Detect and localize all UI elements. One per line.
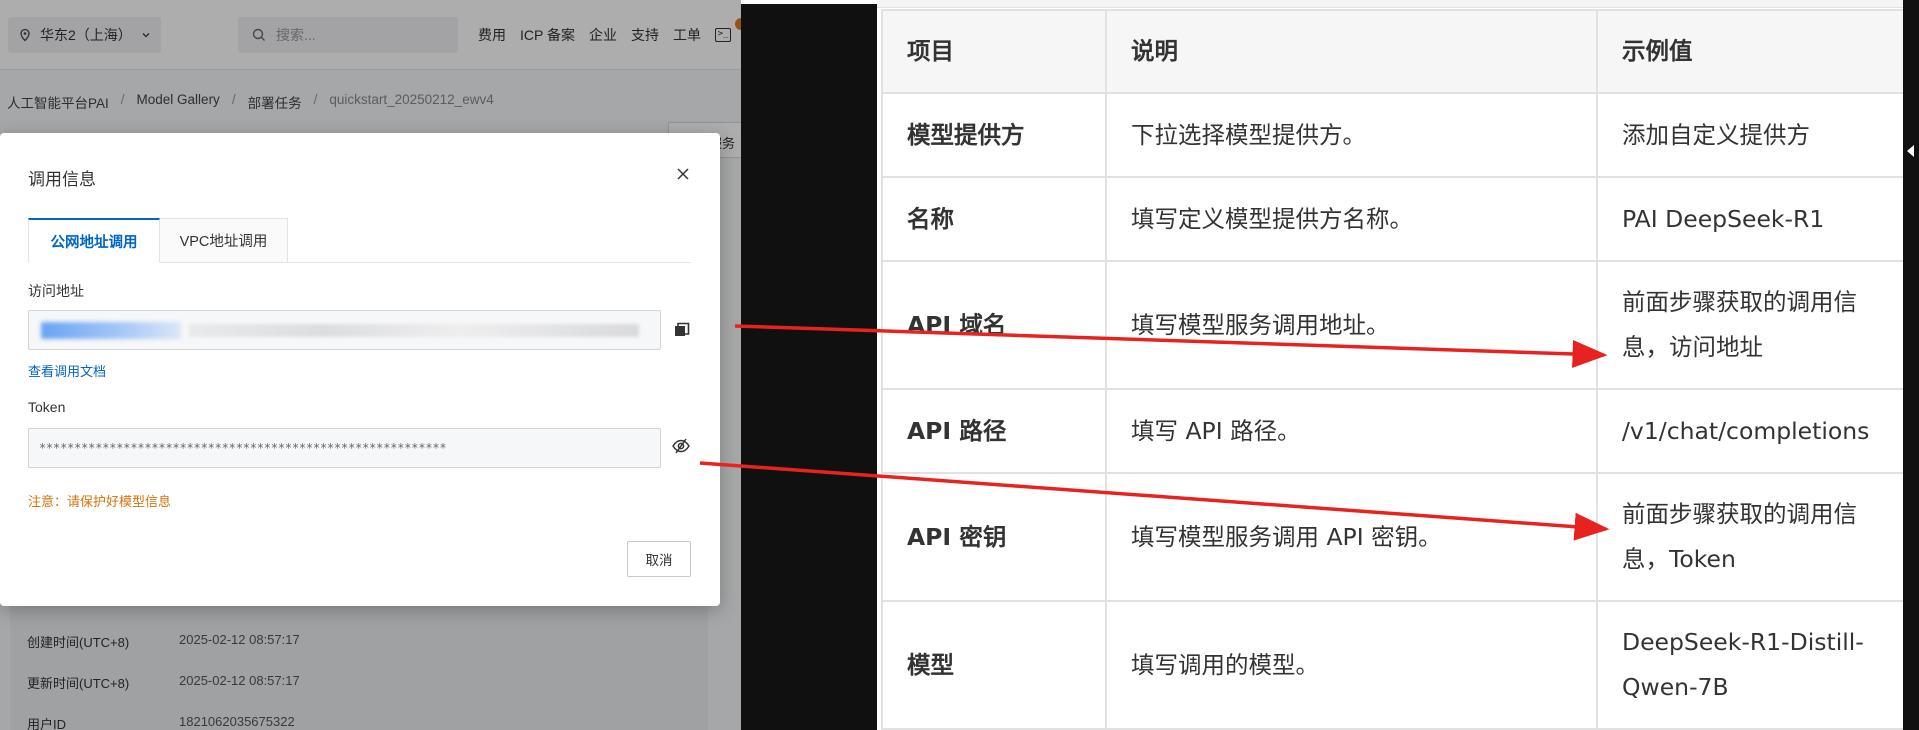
redacted-url-part — [41, 322, 181, 339]
view-docs-link[interactable]: 查看调用文档 — [28, 361, 106, 380]
cell-item: API 路径 — [881, 388, 1107, 474]
cancel-button[interactable]: 取消 — [627, 541, 691, 577]
console-panel: 华东2（上海） 搜索... 费用 ICP 备案 企业 支持 工单 >_ 人工智能… — [0, 0, 741, 730]
tab-bar: 公网地址调用 VPC地址调用 — [28, 218, 691, 263]
cell-example: 添加自定义提供方 — [1596, 92, 1905, 178]
table-row: 名称 填写定义模型提供方名称。 PAI DeepSeek-R1 — [881, 176, 1905, 262]
cell-desc: 下拉选择模型提供方。 — [1105, 92, 1598, 178]
header-item: 项目 — [881, 9, 1107, 94]
token-label: Token — [28, 399, 66, 415]
cell-item: 模型提供方 — [881, 92, 1107, 178]
black-divider — [741, 0, 877, 730]
tab-public-endpoint[interactable]: 公网地址调用 — [28, 218, 160, 263]
cell-example: PAI DeepSeek-R1 — [1596, 176, 1905, 262]
cell-item: API 密钥 — [881, 472, 1107, 602]
warning-text: 注意：请保护好模型信息 — [28, 494, 172, 509]
config-table: 项目 说明 示例值 模型提供方 下拉选择模型提供方。 添加自定义提供方 名称 填… — [881, 9, 1905, 730]
close-icon[interactable] — [672, 163, 694, 185]
table-header-row: 项目 说明 示例值 — [881, 9, 1905, 94]
invoke-info-dialog: 调用信息 公网地址调用 VPC地址调用 访问地址 查看调用文档 Token **… — [0, 133, 720, 606]
right-scroll-edge — [1903, 0, 1919, 730]
cell-item: 名称 — [881, 176, 1107, 262]
table-row: 模型 填写调用的模型。 DeepSeek-R1-Distill-Qwen-7B — [881, 600, 1905, 730]
address-label: 访问地址 — [28, 283, 84, 299]
dialog-title: 调用信息 — [28, 170, 96, 189]
cell-desc: 填写 API 路径。 — [1105, 388, 1598, 474]
reference-panel: 项目 说明 示例值 模型提供方 下拉选择模型提供方。 添加自定义提供方 名称 填… — [877, 0, 1919, 730]
header-desc: 说明 — [1105, 9, 1598, 94]
divider-top-line — [741, 0, 877, 4]
cell-example: /v1/chat/completions — [1596, 388, 1905, 474]
cell-desc: 填写定义模型提供方名称。 — [1105, 176, 1598, 262]
copy-icon[interactable] — [673, 321, 691, 339]
redacted-url-part — [189, 324, 639, 337]
table-row: 模型提供方 下拉选择模型提供方。 添加自定义提供方 — [881, 92, 1905, 178]
cell-item: 模型 — [881, 600, 1107, 730]
cell-desc: 填写模型服务调用地址。 — [1105, 260, 1598, 390]
cell-example: 前面步骤获取的调用信息，Token — [1596, 472, 1905, 602]
cell-desc: 填写调用的模型。 — [1105, 600, 1598, 730]
eye-off-icon[interactable] — [671, 436, 691, 456]
cell-desc: 填写模型服务调用 API 密钥。 — [1105, 472, 1598, 602]
tab-vpc-endpoint[interactable]: VPC地址调用 — [160, 218, 288, 263]
cell-example: 前面步骤获取的调用信息，访问地址 — [1596, 260, 1905, 390]
token-field[interactable]: ****************************************… — [28, 428, 661, 468]
endpoint-url-field[interactable] — [28, 310, 661, 350]
cell-example: DeepSeek-R1-Distill-Qwen-7B — [1596, 600, 1905, 730]
table-row: API 密钥 填写模型服务调用 API 密钥。 前面步骤获取的调用信息，Toke… — [881, 472, 1905, 602]
table-row: API 路径 填写 API 路径。 /v1/chat/completions — [881, 388, 1905, 474]
cell-item: API 域名 — [881, 260, 1107, 390]
table-row: API 域名 填写模型服务调用地址。 前面步骤获取的调用信息，访问地址 — [881, 260, 1905, 390]
panel-top-strip — [877, 0, 1919, 8]
header-example: 示例值 — [1596, 9, 1905, 94]
collapse-arrow-icon[interactable] — [1907, 145, 1914, 157]
